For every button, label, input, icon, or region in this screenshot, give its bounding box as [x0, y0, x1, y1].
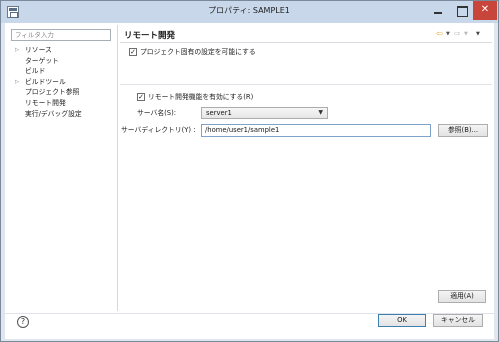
enable-remote-checkbox[interactable]: ✓: [137, 93, 145, 101]
tree-item-label: ビルドツール: [25, 77, 66, 86]
back-arrow-icon[interactable]: ⇦: [436, 29, 443, 39]
project-specific-label: プロジェクト固有の設定を可能にする: [140, 48, 256, 56]
settings-page: リモート開発 ⇦ ▼ ⇨ ▼ ▼ ✓ プロジェクト固有の設定を可能にする ✓ リ…: [118, 23, 494, 313]
app-window-icon: [7, 6, 19, 18]
minimize-button[interactable]: [425, 2, 451, 20]
window-title: プロパティ: SAMPLE1: [208, 6, 290, 15]
close-button[interactable]: ✕: [473, 1, 497, 20]
tree-item-label: リソース: [25, 46, 52, 54]
forward-history-dropdown-icon[interactable]: ▼: [464, 29, 468, 39]
tree-item-label: ターゲット: [25, 56, 59, 65]
project-specific-checkbox[interactable]: ✓: [129, 48, 137, 56]
expand-arrow-icon[interactable]: ▷: [15, 77, 19, 88]
tree-item-target[interactable]: ターゲット: [11, 56, 115, 67]
page-title: リモート開発: [124, 31, 176, 41]
title-bar[interactable]: プロパティ: SAMPLE1 ✕: [1, 1, 498, 23]
tree-item-build-tools[interactable]: ▷ ビルドツール: [11, 77, 115, 88]
browse-button[interactable]: 参照(B)...: [438, 124, 488, 137]
filter-input[interactable]: フィルタ入力: [11, 29, 111, 41]
ok-button[interactable]: OK: [378, 314, 426, 327]
help-icon[interactable]: ?: [17, 316, 29, 328]
forward-arrow-icon[interactable]: ⇨: [454, 29, 461, 39]
category-tree: ▷ リソース ターゲット ビルド ▷ ビルドツール プロジェクト参照 リモート開…: [11, 45, 115, 119]
tree-item-label: 実行/デバッグ設定: [25, 109, 82, 118]
checkmark-icon: ✓: [130, 48, 136, 56]
tree-item-project-references[interactable]: プロジェクト参照: [11, 87, 115, 98]
server-name-label: サーバ名(S):: [137, 109, 177, 117]
tree-item-build[interactable]: ビルド: [11, 66, 115, 77]
close-icon: ✕: [480, 4, 490, 15]
tree-item-label: リモート開発: [25, 98, 66, 107]
group-separator: [120, 84, 492, 85]
tree-item-run-debug-settings[interactable]: 実行/デバッグ設定: [11, 109, 115, 120]
title-separator: [120, 42, 492, 43]
tree-item-label: ビルド: [25, 67, 46, 76]
server-directory-label: サーバディレクトリ(Y) :: [121, 126, 196, 134]
server-name-select[interactable]: server1 ▼: [201, 107, 328, 119]
dialog-body: フィルタ入力 ▷ リソース ターゲット ビルド ▷ ビルドツール プロジェクト参…: [5, 23, 494, 339]
view-menu-icon[interactable]: ▼: [476, 29, 480, 39]
expand-arrow-icon[interactable]: ▷: [15, 45, 19, 56]
apply-button[interactable]: 適用(A): [438, 290, 486, 303]
server-directory-input[interactable]: /home/user1/sample1: [201, 124, 431, 137]
server-name-value: server1: [206, 109, 232, 117]
tree-item-remote-development[interactable]: リモート開発: [11, 98, 115, 109]
tree-item-resource[interactable]: ▷ リソース: [11, 45, 115, 56]
page-navigation: ⇦ ▼ ⇨ ▼ ▼: [436, 29, 494, 39]
tree-item-label: プロジェクト参照: [25, 88, 80, 97]
cancel-button[interactable]: キャンセル: [433, 314, 483, 327]
enable-remote-label: リモート開発機能を有効にする(R): [148, 93, 254, 101]
checkmark-icon: ✓: [138, 93, 144, 101]
properties-dialog: プロパティ: SAMPLE1 ✕ フィルタ入力 ▷ リソース ターゲット ビルド…: [0, 0, 499, 342]
maximize-button[interactable]: [451, 2, 473, 20]
back-history-dropdown-icon[interactable]: ▼: [446, 29, 450, 39]
chevron-down-icon: ▼: [318, 109, 323, 116]
